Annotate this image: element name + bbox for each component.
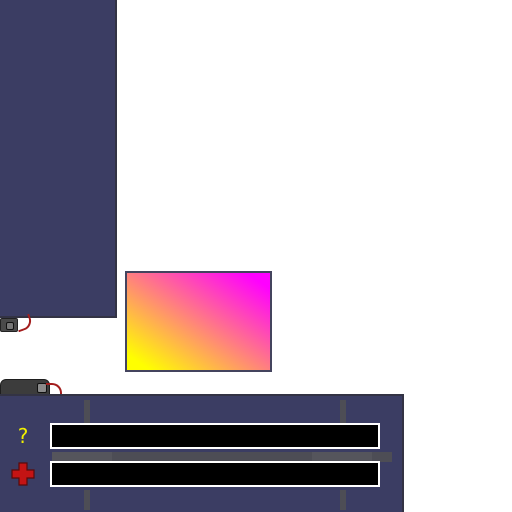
help-symbol: ? bbox=[17, 424, 29, 448]
status-console bbox=[0, 394, 404, 512]
help-icon: ? bbox=[10, 423, 36, 449]
rail bbox=[84, 490, 90, 510]
health-cross-icon bbox=[11, 462, 35, 486]
game-viewport: ? bbox=[0, 0, 512, 512]
side-panel bbox=[0, 0, 117, 318]
health-cross-icon bbox=[10, 461, 36, 487]
mystery-bar bbox=[50, 423, 380, 449]
rail bbox=[340, 490, 346, 510]
console-handle[interactable] bbox=[0, 379, 50, 395]
gradient-swatch[interactable] bbox=[125, 271, 272, 372]
health-bar bbox=[50, 461, 380, 487]
